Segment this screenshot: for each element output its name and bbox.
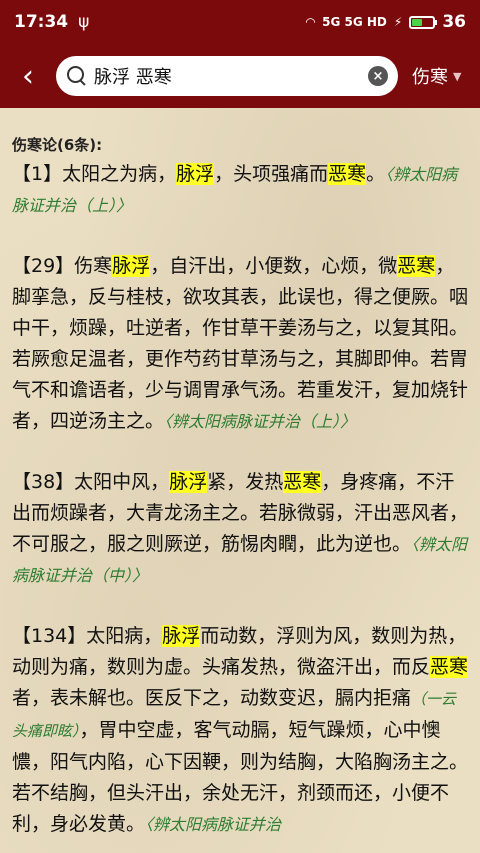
battery-icon bbox=[409, 15, 438, 29]
source-chapter-link[interactable]: 〈辨太阳病脉证并治 bbox=[145, 815, 281, 834]
result-entry[interactable]: 【29】伤寒脉浮，自汗出，小便数，心烦，微恶寒，脚挛急，反与桂枝，欲攻其表，此误… bbox=[12, 251, 470, 437]
status-bar: 17:34 ψ ◠ 5G 5G HD ⚡ 36 bbox=[0, 0, 480, 44]
clear-icon[interactable]: × bbox=[368, 66, 388, 86]
results-list: 伤寒论(6条): 【1】太阳之为病，脉浮，头项强痛而恶寒。〈辨太阳病脉证并治（上… bbox=[0, 108, 480, 853]
entry-text: ，脚挛急，反与桂枝，欲攻其表，此误也，得之便厥。咽中干，烦躁，吐逆者，作甘草干姜… bbox=[12, 255, 469, 432]
keyword-highlight: 恶寒 bbox=[397, 255, 436, 277]
keyword-highlight: 恶寒 bbox=[430, 656, 469, 678]
wifi-icon: ◠ bbox=[305, 15, 316, 29]
entry-text: 紧，发热 bbox=[207, 471, 284, 493]
entry-text: ，头项强痛而 bbox=[214, 163, 329, 185]
battery-level: 36 bbox=[442, 12, 466, 32]
status-time: 17:34 bbox=[14, 12, 69, 32]
entry-text: 【134】太阳病， bbox=[12, 625, 163, 647]
entry-text: 【29】伤寒 bbox=[12, 255, 113, 277]
search-icon bbox=[66, 65, 88, 87]
result-entry[interactable]: 【134】太阳病，脉浮而动数，浮则为风，数则为热，动则为痛，数则为虚。头痛发热，… bbox=[12, 621, 470, 840]
charging-icon: ⚡ bbox=[393, 15, 403, 29]
keyword-highlight: 恶寒 bbox=[328, 163, 367, 185]
result-entry[interactable]: 【38】太阳中风，脉浮紧，发热恶寒，身疼痛，不汗出而烦躁者，大青龙汤主之。若脉微… bbox=[12, 467, 470, 591]
entry-text: 者，表未解也。医反下之，动数变迟，膈内拒痛 bbox=[12, 687, 412, 709]
scope-label: 伤寒 bbox=[412, 67, 448, 88]
back-arrow-icon[interactable]: ‹ bbox=[0, 44, 56, 108]
entry-text: 【1】太阳之为病， bbox=[12, 163, 177, 185]
keyword-highlight: 脉浮 bbox=[169, 471, 208, 493]
keyword-highlight: 恶寒 bbox=[283, 471, 322, 493]
entry-text: 【38】太阳中风， bbox=[12, 471, 170, 493]
caret-down-icon: ▼ bbox=[453, 69, 462, 83]
search-input[interactable] bbox=[94, 65, 368, 87]
keyword-highlight: 脉浮 bbox=[162, 625, 201, 647]
scope-dropdown[interactable]: 伤寒 ▼ bbox=[412, 63, 461, 89]
keyword-highlight: 脉浮 bbox=[112, 255, 151, 277]
usb-icon: ψ bbox=[78, 12, 90, 32]
source-chapter-link[interactable]: 〈辨太阳病脉证并治（上）〉 bbox=[164, 412, 356, 431]
search-box[interactable]: × bbox=[56, 56, 398, 96]
status-indicators: ◠ 5G 5G HD ⚡ 36 bbox=[306, 12, 466, 32]
result-entry[interactable]: 【1】太阳之为病，脉浮，头项强痛而恶寒。〈辨太阳病脉证并治（上）〉 bbox=[12, 159, 470, 221]
section-title: 伤寒论(6条): bbox=[12, 136, 103, 154]
keyword-highlight: 脉浮 bbox=[176, 163, 215, 185]
search-toolbar: ‹ × 伤寒 ▼ bbox=[0, 44, 480, 108]
entry-text: ，自汗出，小便数，心烦，微 bbox=[150, 255, 398, 277]
signal-indicators: 5G 5G HD bbox=[322, 15, 387, 29]
entry-text: 。 bbox=[366, 163, 386, 185]
